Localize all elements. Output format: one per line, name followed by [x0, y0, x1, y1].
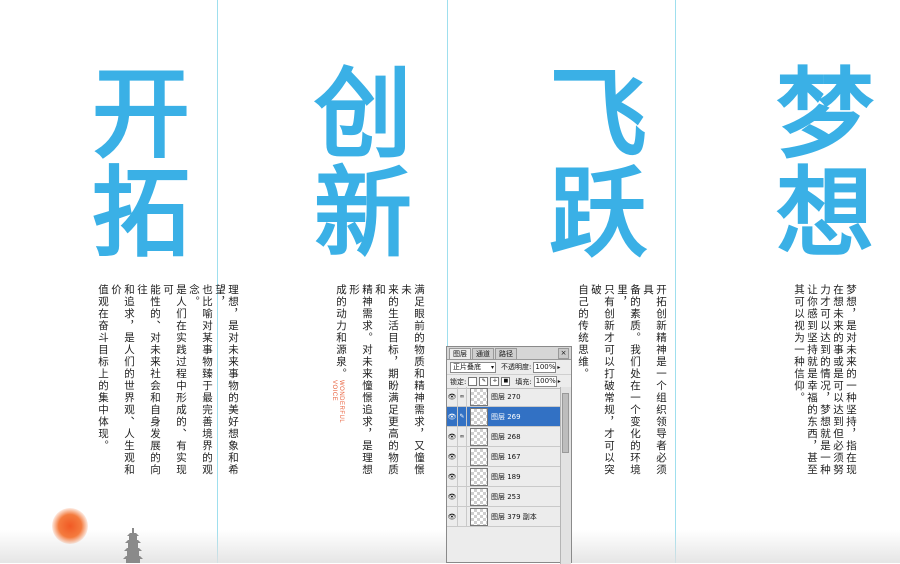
opacity-label: 不透明度:	[501, 363, 532, 371]
title-char: 创	[313, 57, 412, 172]
body-line: 让你感到坚持就是幸福的东西，甚至	[806, 284, 818, 476]
body-line: 满足眼前的物质和精神需求，又憧憬未	[400, 284, 425, 476]
body-line: 来的生活目标，期盼满足更高的物质和	[374, 284, 399, 476]
layer-row[interactable]: 👁 图层 167	[447, 446, 561, 467]
layer-name: 图层 268	[491, 432, 521, 441]
opacity-arrow-icon[interactable]: ▸	[557, 364, 560, 371]
body-line: 开拓创新精神是一个组织领导者必须具	[642, 284, 667, 476]
body-line: 精神需求。对未来憧憬追求，是理想形	[348, 284, 373, 476]
body-text: 满足眼前的物质和精神需求，又憧憬未 来的生活目标，期盼满足更高的物质和 精神需求…	[334, 284, 425, 484]
body-text: 开拓创新精神是一个组织领导者必须具 备的素质。我们处在一个变化的环境里， 只有创…	[576, 284, 667, 484]
layer-name: 图层 379 副本	[491, 512, 537, 521]
voice-line: WONDERFUL	[338, 380, 344, 424]
brush-icon[interactable]: ✎	[458, 406, 467, 427]
layer-thumbnail	[470, 467, 488, 486]
body-line: 自己的传统思维。	[577, 284, 589, 380]
blend-row: 正片叠底 不透明度: 100% ▸	[447, 360, 571, 375]
eye-icon[interactable]: 👁	[447, 446, 458, 467]
pagoda-icon	[123, 528, 143, 563]
title-char: 跃	[548, 156, 647, 271]
fill-arrow-icon[interactable]: ▸	[558, 378, 561, 385]
eye-icon[interactable]: 👁	[447, 486, 458, 507]
title-char: 拓	[91, 156, 190, 271]
body-text: 理想，是对未来事物的美好想象和希望， 也比喻对某事物臻于最完善境界的观念。 是人…	[96, 284, 239, 484]
tab-paths[interactable]: 路径	[495, 348, 517, 359]
tab-channels[interactable]: 通道	[472, 348, 494, 359]
layer-thumbnail	[470, 407, 488, 426]
scrollbar-thumb[interactable]	[562, 393, 569, 453]
body-line: 成的动力和源泉。	[335, 284, 347, 380]
body-text: 梦想，是对未来的一种坚持，指在现 在想未来的事或是可以达到但必须努 力才可以达到…	[792, 284, 857, 484]
title-char: 新	[313, 156, 412, 271]
body-line: 也比喻对某事物臻于最完善境界的观念。	[188, 284, 213, 476]
chain-icon[interactable]: ∞	[458, 386, 467, 407]
voice-label: WONDERFUL VOICE	[330, 380, 344, 423]
layer-row[interactable]: 👁 ✎ 图层 269	[447, 406, 561, 427]
eye-icon[interactable]: 👁	[447, 466, 458, 487]
title-char: 飞	[548, 57, 647, 172]
layer-thumbnail	[470, 487, 488, 506]
eye-icon[interactable]: 👁	[447, 506, 458, 527]
layers-list: 👁 ∞ 图层 270 👁 ✎ 图层 269 👁 ∞ 图层 268 👁 图层 16…	[447, 386, 561, 527]
layer-row[interactable]: 👁 ∞ 图层 268	[447, 426, 561, 447]
link-slot[interactable]	[458, 486, 467, 507]
blend-mode-select[interactable]: 正片叠底	[450, 361, 496, 373]
lock-brush-icon[interactable]: ✎	[479, 377, 489, 386]
body-line: 力才可以达到的情况，梦想就是一种	[819, 284, 831, 476]
close-icon[interactable]: ×	[558, 348, 569, 359]
link-slot[interactable]	[458, 446, 467, 467]
body-line: 是人们在实践过程中形成的、有实现可	[162, 284, 187, 476]
panel-tabs: 图层 通道 路径 ×	[447, 347, 571, 360]
title-char: 梦	[775, 57, 874, 172]
eye-icon[interactable]: 👁	[447, 426, 458, 447]
layer-name: 图层 253	[491, 492, 521, 501]
layer-thumbnail	[470, 447, 488, 466]
body-line: 梦想，是对未来的一种坚持，指在现	[845, 284, 857, 476]
eye-icon[interactable]: 👁	[447, 386, 458, 407]
layer-row[interactable]: 👁 图层 189	[447, 466, 561, 487]
link-slot[interactable]	[458, 466, 467, 487]
guide-line	[675, 0, 676, 563]
body-line: 备的素质。我们处在一个变化的环境里，	[616, 284, 641, 476]
layer-row[interactable]: 👁 图层 253	[447, 486, 561, 507]
link-slot[interactable]	[458, 506, 467, 527]
body-line: 能性的、对未来社会和自身发展的向往	[136, 284, 161, 476]
body-line: 理想，是对未来事物的美好想象和希望，	[214, 284, 239, 476]
layer-name: 图层 189	[491, 472, 521, 481]
lock-label: 锁定:	[450, 377, 467, 386]
layer-row[interactable]: 👁 图层 379 副本	[447, 506, 561, 527]
body-line: 值观在奋斗目标上的集中体现。	[97, 284, 109, 452]
lock-all-icon[interactable]: ■	[501, 377, 511, 386]
layer-name: 图层 270	[491, 392, 521, 401]
body-line: 只有创新才可以打破常规，才可以突破	[590, 284, 615, 476]
opacity-input[interactable]: 100%	[533, 361, 557, 373]
body-line: 在想未来的事或是可以达到但必须努	[832, 284, 844, 476]
voice-line: VOICE	[331, 380, 337, 402]
tab-layers[interactable]: 图层	[449, 348, 471, 359]
body-line: 和追求，是人们的世界观、人生观和价	[110, 284, 135, 476]
layer-thumbnail	[470, 387, 488, 406]
eye-icon[interactable]: 👁	[447, 406, 458, 427]
layer-thumbnail	[470, 507, 488, 526]
layers-panel[interactable]: 图层 通道 路径 × 正片叠底 不透明度: 100% ▸ 锁定: ✎ ✛ ■ 填…	[446, 346, 572, 564]
lock-move-icon[interactable]: ✛	[490, 377, 500, 386]
layer-name: 图层 269	[491, 412, 521, 421]
sun-icon	[52, 508, 88, 544]
lock-transparency-icon[interactable]	[468, 377, 478, 386]
fill-input[interactable]: 100%	[533, 376, 557, 387]
title-char: 开	[91, 57, 190, 172]
chain-icon[interactable]: ∞	[458, 426, 467, 447]
body-line: 其可以视为一种信仰。	[793, 284, 805, 404]
layer-name: 图层 167	[491, 452, 521, 461]
layer-row[interactable]: 👁 ∞ 图层 270	[447, 386, 561, 407]
layers-scrollbar[interactable]	[560, 387, 571, 564]
title-char: 想	[775, 156, 874, 271]
layer-thumbnail	[470, 427, 488, 446]
fill-label: 填充:	[515, 377, 532, 386]
